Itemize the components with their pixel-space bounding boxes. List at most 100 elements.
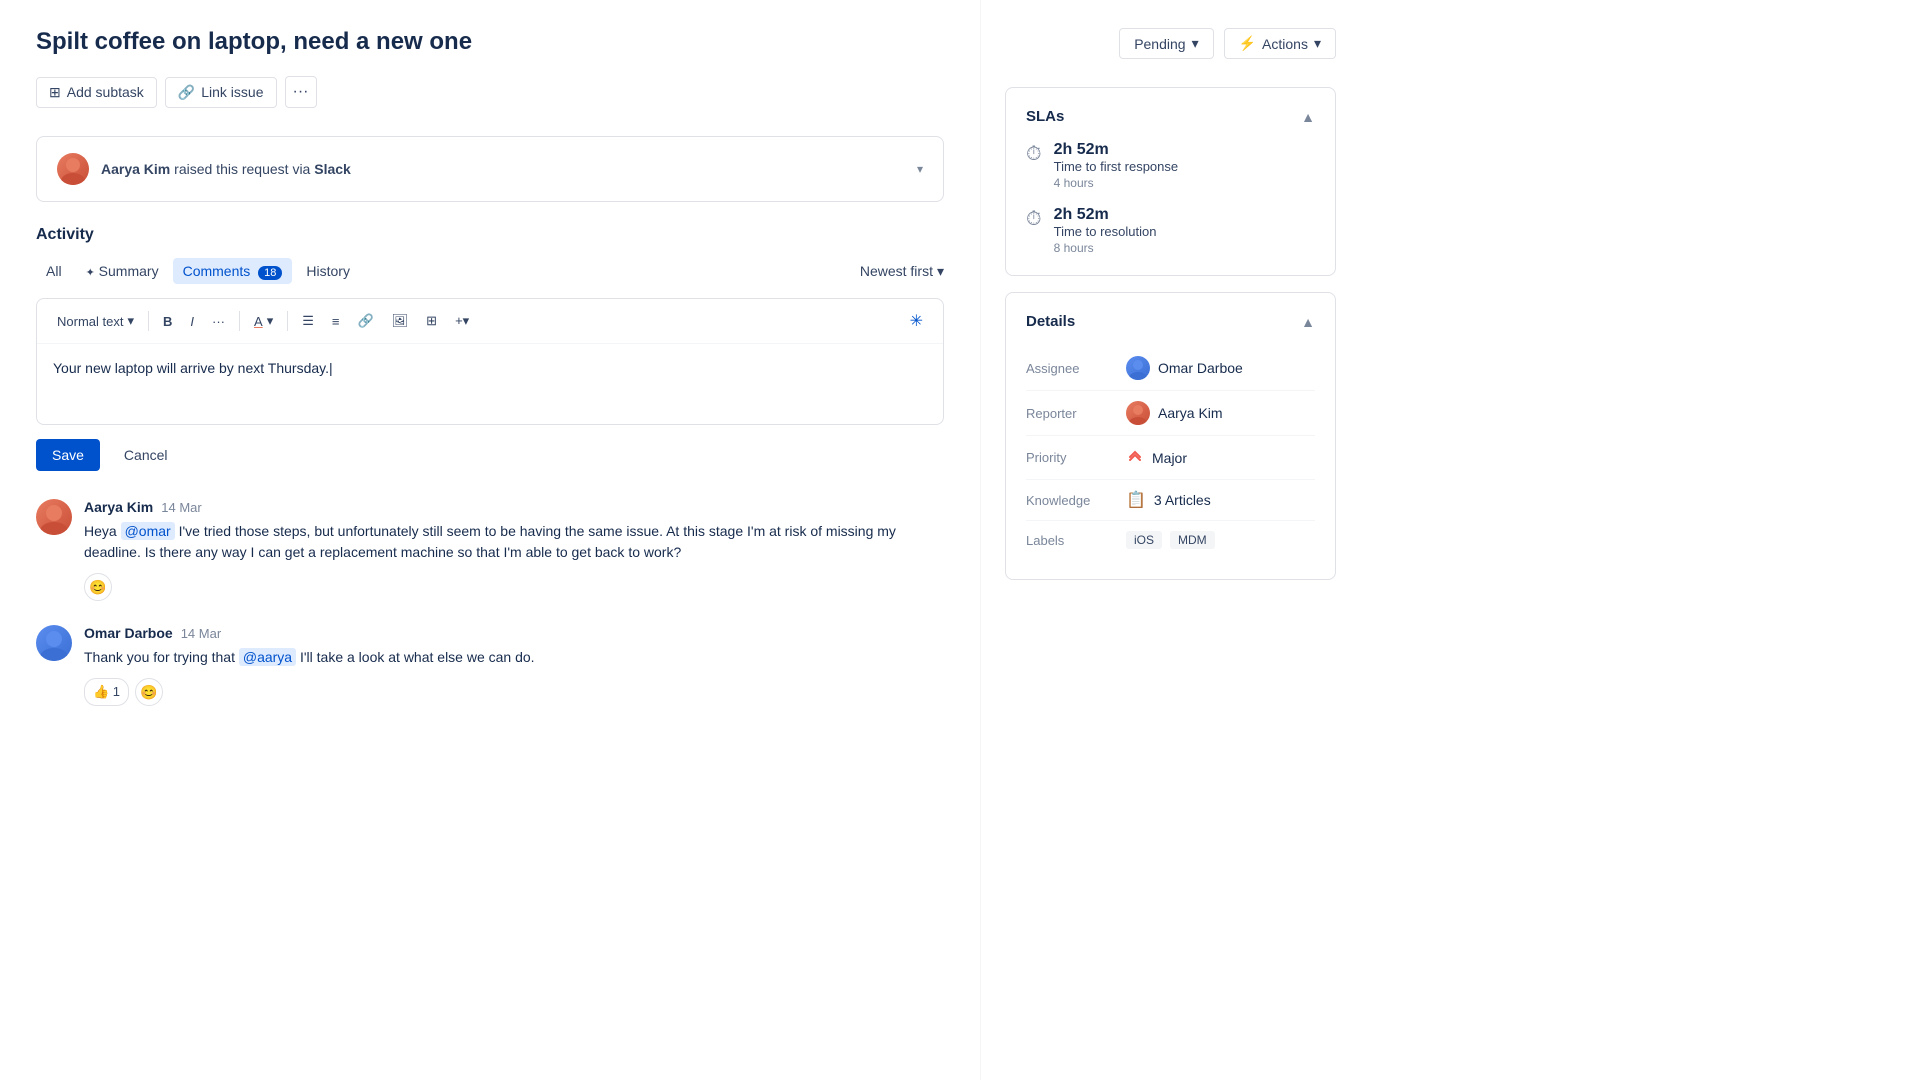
label-mdm: MDM [1170, 531, 1215, 549]
status-label: Pending [1134, 36, 1185, 52]
assignee-value: Omar Darboe [1126, 356, 1243, 380]
actions-button[interactable]: ⚡ Actions ▾ [1224, 28, 1336, 59]
details-section-header: Details ▲ [1026, 313, 1315, 330]
comment-1-body: Aarya Kim 14 Mar Heya @omar I've tried t… [84, 499, 944, 601]
link-issue-button[interactable]: 🔗 Link issue [165, 77, 277, 108]
activity-section: Activity All ✦ Summary Comments 18 Histo… [36, 226, 944, 706]
comment-2-meta: Omar Darboe 14 Mar [84, 625, 944, 641]
knowledge-value: 📋 3 Articles [1126, 490, 1211, 510]
sla-toggle[interactable]: ▲ [1301, 109, 1315, 125]
sidebar-header: Pending ▾ ⚡ Actions ▾ [1005, 28, 1336, 59]
detail-reporter: Reporter Aarya Kim [1026, 391, 1315, 436]
sla-title: SLAs [1026, 108, 1064, 125]
detail-priority: Priority Major [1026, 436, 1315, 480]
text-format-dropdown[interactable]: Normal text ▾ [49, 309, 142, 333]
labels-value: iOS MDM [1126, 531, 1215, 549]
assignee-name: Omar Darboe [1158, 360, 1243, 376]
sla-time-2: 2h 52m [1054, 206, 1157, 224]
lightning-icon: ⚡ [1239, 35, 1256, 52]
status-button[interactable]: Pending ▾ [1119, 28, 1213, 59]
add-reaction-button-2[interactable]: 😊 [135, 678, 163, 706]
sla-item-2: ⏱ 2h 52m Time to resolution 8 hours [1026, 206, 1315, 255]
actions-chevron-icon: ▾ [1314, 35, 1321, 52]
label-ios: iOS [1126, 531, 1162, 549]
editor-cursor [329, 360, 333, 376]
editor-body[interactable]: Your new laptop will arrive by next Thur… [37, 344, 943, 424]
toolbar: ⊞ Add subtask 🔗 Link issue ··· [36, 76, 944, 108]
thumbs-up-reaction[interactable]: 👍 1 [84, 678, 129, 706]
right-sidebar: Pending ▾ ⚡ Actions ▾ SLAs ▲ ⏱ 2h 52m Ti… [980, 0, 1360, 1080]
sla-section: SLAs ▲ ⏱ 2h 52m Time to first response 4… [1005, 87, 1336, 276]
insert-button[interactable]: +▾ [447, 309, 477, 333]
knowledge-text: 3 Articles [1154, 492, 1211, 508]
tab-all[interactable]: All [36, 258, 72, 284]
bullet-list-button[interactable]: ☰ [294, 309, 322, 333]
text-color-button[interactable]: A▾ [246, 309, 281, 333]
priority-value: Major [1126, 446, 1187, 469]
format-chevron-icon: ▾ [127, 313, 134, 329]
save-button[interactable]: Save [36, 439, 100, 471]
banner-text: Aarya Kim raised this request via Slack [101, 161, 351, 177]
bold-button[interactable]: B [155, 310, 180, 333]
details-toggle[interactable]: ▲ [1301, 314, 1315, 330]
priority-label: Priority [1026, 450, 1126, 465]
more-actions-button[interactable]: ··· [285, 76, 317, 108]
page-title: Spilt coffee on laptop, need a new one [36, 28, 944, 56]
comment-1-meta: Aarya Kim 14 Mar [84, 499, 944, 515]
subtask-icon: ⊞ [49, 84, 61, 101]
banner-avatar [57, 153, 89, 185]
mention-aarya: @aarya [239, 648, 296, 666]
comment-1-avatar [36, 499, 72, 535]
text-format-label: Normal text [57, 314, 123, 329]
sla-clock-icon-2: ⏱ [1026, 208, 1042, 231]
numbered-list-button[interactable]: ≡ [324, 310, 348, 333]
image-button[interactable]: 🖼 [384, 309, 417, 333]
expand-button[interactable]: ✳ [902, 307, 931, 335]
comment-1-date: 14 Mar [161, 500, 201, 515]
activity-title: Activity [36, 226, 944, 244]
details-title: Details [1026, 313, 1075, 330]
comment-2-avatar [36, 625, 72, 661]
italic-button[interactable]: I [182, 310, 202, 333]
request-banner: Aarya Kim raised this request via Slack … [36, 136, 944, 202]
status-chevron-icon: ▾ [1192, 35, 1199, 52]
activity-tabs: All ✦ Summary Comments 18 History Newest… [36, 258, 944, 284]
comment-2-author: Omar Darboe [84, 625, 173, 641]
sort-control[interactable]: Newest first ▾ [860, 263, 944, 280]
table-button[interactable]: ⊞ [418, 309, 445, 333]
comment-1-text: Heya @omar I've tried those steps, but u… [84, 521, 944, 563]
link-icon: 🔗 [178, 84, 195, 101]
detail-labels: Labels iOS MDM [1026, 521, 1315, 559]
more-formatting-button[interactable]: ··· [204, 310, 233, 333]
banner-chevron[interactable]: ▾ [917, 162, 923, 176]
tab-history[interactable]: History [296, 258, 360, 284]
mention-omar: @omar [121, 522, 175, 540]
comment-1: Aarya Kim 14 Mar Heya @omar I've tried t… [36, 499, 944, 601]
toolbar-separator-3 [287, 311, 288, 331]
comment-2-date: 14 Mar [181, 626, 221, 641]
comment-1-reactions: 😊 [84, 573, 944, 601]
add-reaction-button-1[interactable]: 😊 [84, 573, 112, 601]
summary-icon: ✦ [86, 267, 95, 279]
add-subtask-button[interactable]: ⊞ Add subtask [36, 77, 157, 108]
link-button[interactable]: 🔗 [349, 309, 381, 333]
detail-assignee: Assignee Omar Darboe [1026, 346, 1315, 391]
sla-hours-1: 4 hours [1054, 176, 1179, 190]
actions-label: Actions [1262, 36, 1308, 52]
tab-summary[interactable]: ✦ Summary [76, 258, 169, 284]
detail-knowledge: Knowledge 📋 3 Articles [1026, 480, 1315, 521]
assignee-avatar [1126, 356, 1150, 380]
tab-comments[interactable]: Comments 18 [173, 258, 293, 284]
sort-label: Newest first [860, 263, 933, 279]
editor-actions: Save Cancel [36, 439, 944, 471]
sla-section-header: SLAs ▲ [1026, 108, 1315, 125]
comments-badge: 18 [258, 266, 282, 280]
comment-2: Omar Darboe 14 Mar Thank you for trying … [36, 625, 944, 706]
reporter-avatar [1126, 401, 1150, 425]
sla-time-1: 2h 52m [1054, 141, 1179, 159]
comment-editor[interactable]: Normal text ▾ B I ··· A▾ ☰ ≡ 🔗 🖼 ⊞ +▾ [36, 298, 944, 425]
reporter-name: Aarya Kim [1158, 405, 1223, 421]
details-section: Details ▲ Assignee Omar Darboe Reporter … [1005, 292, 1336, 580]
sla-label-1: Time to first response [1054, 159, 1179, 174]
cancel-button[interactable]: Cancel [108, 439, 184, 471]
